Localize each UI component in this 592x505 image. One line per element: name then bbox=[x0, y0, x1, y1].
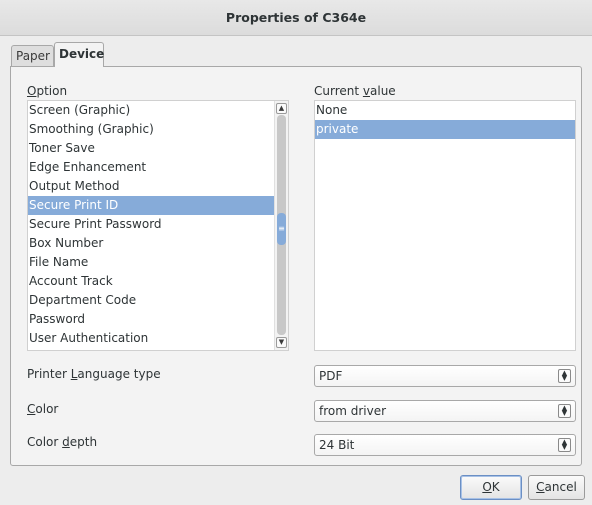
chevron-updown-icon: ▲ ▼ bbox=[558, 438, 571, 452]
chevron-down-icon: ▼ bbox=[278, 338, 285, 346]
printer-language-combo[interactable]: PDF ▲ ▼ bbox=[314, 365, 576, 387]
current-value-list[interactable]: None private bbox=[314, 100, 576, 351]
color-combo[interactable]: from driver ▲ ▼ bbox=[314, 400, 576, 422]
printer-language-value: PDF bbox=[319, 369, 343, 383]
current-value-header: Current value bbox=[314, 84, 396, 98]
tab-device-label: Device bbox=[59, 47, 105, 61]
option-item-account-track[interactable]: Account Track bbox=[28, 272, 274, 291]
tab-device[interactable]: Device bbox=[54, 42, 104, 67]
option-list[interactable]: Screen (Graphic) Smoothing (Graphic) Ton… bbox=[27, 100, 289, 351]
grip-icon: ≡ bbox=[278, 224, 285, 233]
option-item-box-number[interactable]: Box Number bbox=[28, 234, 274, 253]
option-item-user-authentication[interactable]: User Authentication bbox=[28, 329, 274, 348]
option-item-password[interactable]: Password bbox=[28, 310, 274, 329]
value-item-none[interactable]: None bbox=[315, 101, 575, 120]
value-item-private[interactable]: private bbox=[315, 120, 575, 139]
option-item-secure-print-password[interactable]: Secure Print Password bbox=[28, 215, 274, 234]
chevron-up-icon: ▲ bbox=[278, 104, 285, 112]
color-value: from driver bbox=[319, 404, 387, 418]
option-item-screen-graphic[interactable]: Screen (Graphic) bbox=[28, 101, 274, 120]
cancel-button[interactable]: Cancel bbox=[528, 475, 585, 500]
scroll-up-button[interactable]: ▲ bbox=[276, 103, 287, 114]
color-depth-label: Color depth bbox=[27, 435, 98, 449]
window-title: Properties of C364e bbox=[225, 10, 367, 25]
scroll-down-button[interactable]: ▼ bbox=[276, 337, 287, 348]
tab-paper-label: Paper bbox=[16, 49, 50, 63]
option-item-edge-enhancement[interactable]: Edge Enhancement bbox=[28, 158, 274, 177]
option-item-file-name[interactable]: File Name bbox=[28, 253, 274, 272]
title-bar[interactable]: Properties of C364e bbox=[0, 0, 592, 36]
option-item-output-method[interactable]: Output Method bbox=[28, 177, 274, 196]
ok-button[interactable]: OK bbox=[460, 475, 522, 500]
color-label: Color bbox=[27, 402, 59, 416]
option-header: Option bbox=[27, 84, 68, 98]
chevron-updown-icon: ▲ ▼ bbox=[558, 404, 571, 418]
properties-dialog: Properties of C364e Paper Device Option … bbox=[0, 0, 592, 505]
option-item-toner-save[interactable]: Toner Save bbox=[28, 139, 274, 158]
chevron-updown-icon: ▲ ▼ bbox=[558, 369, 571, 383]
printer-language-label: Printer Language type bbox=[27, 367, 161, 381]
option-item-department-code[interactable]: Department Code bbox=[28, 291, 274, 310]
option-list-scrollbar[interactable]: ▲ ≡ ▼ bbox=[274, 101, 288, 350]
scroll-thumb[interactable]: ≡ bbox=[277, 213, 286, 245]
color-depth-combo[interactable]: 24 Bit ▲ ▼ bbox=[314, 434, 576, 456]
tab-paper[interactable]: Paper bbox=[11, 45, 54, 66]
option-item-secure-print-id[interactable]: Secure Print ID bbox=[28, 196, 274, 215]
option-item-smoothing-graphic[interactable]: Smoothing (Graphic) bbox=[28, 120, 274, 139]
color-depth-value: 24 Bit bbox=[319, 438, 355, 452]
